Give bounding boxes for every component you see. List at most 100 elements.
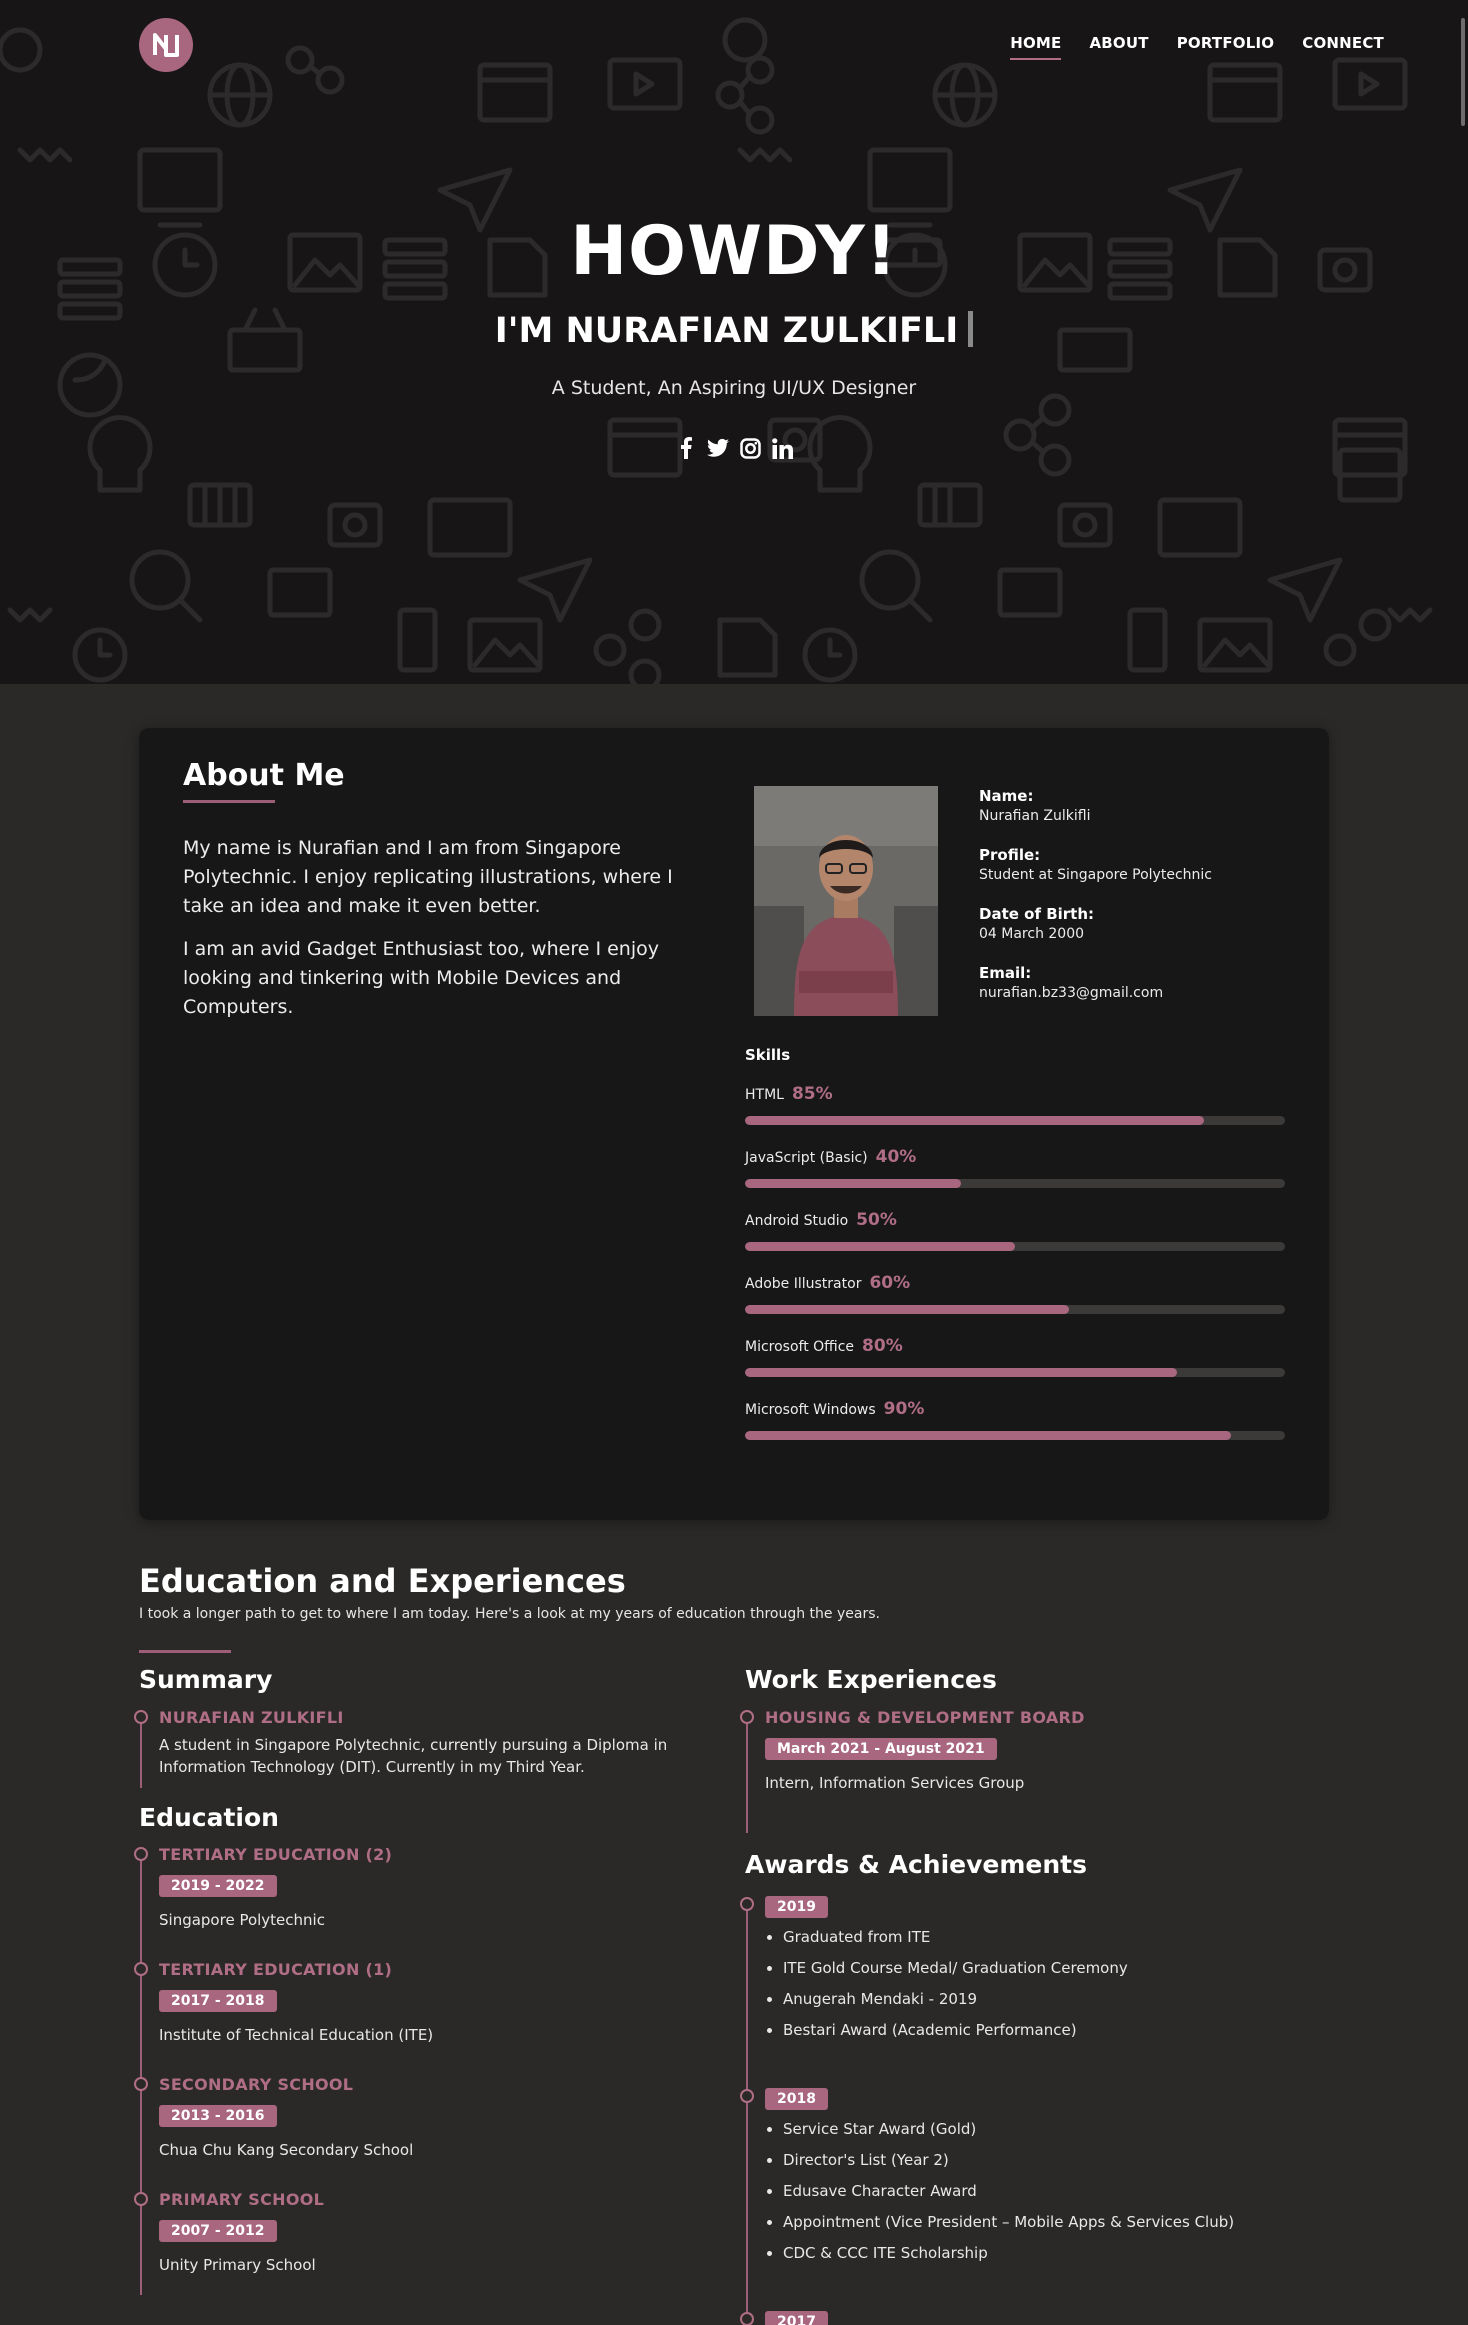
education-entry-title: PRIMARY SCHOOL [159,2190,325,2209]
main-nav: HOME ABOUT PORTFOLIO CONNECT [1010,34,1384,60]
about-paragraph: I am an avid Gadget Enthusiast too, wher… [183,938,659,1018]
summary-text: A student in Singapore Polytechnic, curr… [159,1736,668,1776]
timeline-dot [740,2312,754,2325]
timeline-dot [740,1710,754,1724]
typing-cursor [968,311,974,347]
education-subtitle: I took a longer path to get to where I a… [139,1606,880,1622]
work-heading: Work Experiences [745,1665,997,1694]
education-entry-school: Institute of Technical Education (ITE) [159,2026,434,2044]
about-title-underline [183,800,275,803]
skill-progress-track [745,1431,1285,1440]
hero-subtitle: A Student, An Aspiring UI/UX Designer [551,377,917,399]
skill-item: Android Studio 50% [745,1210,1285,1251]
award-item: Appointment (Vice President – Mobile App… [783,2207,1285,2238]
facebook-icon[interactable] [675,436,697,460]
award-item: Bestari Award (Academic Performance) [783,2015,1285,2046]
year-badge: 2017 [765,2311,828,2325]
skill-percent: 50% [856,1210,897,1230]
nav-connect[interactable]: CONNECT [1302,34,1384,60]
info-label-name: Name: [979,787,1034,805]
linkedin-icon[interactable] [771,436,793,460]
skill-percent: 60% [869,1273,911,1293]
timeline-line [140,1718,142,1788]
skill-progress-fill [745,1368,1177,1377]
timeline-line [746,1718,748,1833]
info-label-profile: Profile: [979,846,1041,864]
timeline-dot [134,2077,148,2091]
work-period-badge: March 2021 - August 2021 [765,1738,997,1760]
about-paragraph: My name is Nurafian and I am from Singap… [183,837,673,917]
skill-progress-track [745,1116,1285,1125]
work-company: HOUSING & DEVELOPMENT BOARD [765,1708,1085,1727]
summary-heading: Summary [139,1665,273,1694]
timeline-dot [740,1897,754,1911]
education-entry-school: Chua Chu Kang Secondary School [159,2141,414,2159]
education-title-underline [139,1650,231,1653]
year-badge: 2019 - 2022 [159,1875,277,1897]
info-value-email[interactable]: nurafian.bz33@gmail.com [979,985,1299,1001]
skill-name: Microsoft Office [745,1339,855,1355]
info-label-email: Email: [979,964,1032,982]
education-entry-school: Unity Primary School [159,2256,316,2274]
timeline-line [140,1855,142,2295]
skill-progress-fill [745,1179,961,1188]
hero-name: I'M NURAFIAN ZULKIFLI [0,311,1468,351]
about-description: My name is Nurafian and I am from Singap… [183,834,711,1022]
skill-name: HTML [745,1087,784,1103]
award-item: ITE Gold Course Medal/ Graduation Ceremo… [783,1953,1285,1984]
year-badge: 2019 [765,1896,828,1918]
skill-name: Adobe Illustrator [745,1276,862,1292]
nav-home[interactable]: HOME [1010,34,1062,60]
instagram-icon[interactable] [739,436,761,460]
skill-progress-fill [745,1305,1069,1314]
award-item: Edusave Character Award [783,2176,1285,2207]
skill-percent: 80% [862,1336,903,1356]
profile-photo [754,786,938,1016]
award-item: Service Star Award (Gold) [783,2114,1285,2145]
year-badge: 2018 [765,2088,828,2110]
personal-info: Name: Nurafian Zulkifli Profile: Student… [979,787,1299,1023]
skill-percent: 85% [791,1084,833,1104]
award-item: Graduated from ITE [783,1922,1285,1953]
education-heading: Education [139,1803,279,1832]
education-title: Education and Experiences [139,1562,626,1600]
nav-about[interactable]: ABOUT [1089,34,1148,60]
logo-mark-icon [153,33,179,57]
skill-item: JavaScript (Basic) 40% [745,1147,1285,1188]
education-entry-school: Singapore Polytechnic [159,1911,325,1929]
skill-item: Adobe Illustrator 60% [745,1273,1285,1314]
nav-portfolio[interactable]: PORTFOLIO [1177,34,1275,60]
award-item: Anugerah Mendaki - 2019 [783,1984,1285,2015]
timeline-dot [134,2192,148,2206]
year-badge: 2007 - 2012 [159,2220,277,2242]
social-links [0,436,1468,460]
education-entry-title: SECONDARY SCHOOL [159,2075,354,2094]
skill-progress-track [745,1242,1285,1251]
twitter-icon[interactable] [707,436,729,460]
info-value-profile: Student at Singapore Polytechnic [979,867,1212,883]
skill-progress-track [745,1179,1285,1188]
education-entry-title: TERTIARY EDUCATION (2) [159,1845,393,1864]
about-title: About Me [183,758,345,793]
award-item: Director's List (Year 2) [783,2145,1285,2176]
page-scrollbar[interactable] [1461,18,1465,126]
skill-percent: 40% [875,1147,917,1167]
info-value-dob: 04 March 2000 [979,926,1085,942]
site-logo[interactable] [139,18,193,72]
education-entry-title: TERTIARY EDUCATION (1) [159,1960,393,1979]
skill-progress-fill [745,1242,1015,1251]
skill-item: Microsoft Office 80% [745,1336,1285,1377]
hero-section: HOME ABOUT PORTFOLIO CONNECT HOWDY! I'M … [0,0,1468,684]
awards-list: Service Star Award (Gold) Director's Lis… [765,2114,1285,2269]
skill-item: HTML 85% [745,1084,1285,1125]
work-role: Intern, Information Services Group [765,1774,1025,1792]
info-label-dob: Date of Birth: [979,905,1095,923]
skill-name: JavaScript (Basic) [745,1150,868,1166]
about-card: About Me My name is Nurafian and I am fr… [139,728,1329,1520]
info-value-name: Nurafian Zulkifli [979,808,1091,824]
timeline-dot [134,1962,148,1976]
skill-progress-fill [745,1116,1204,1125]
skill-name: Android Studio [745,1213,849,1229]
skill-progress-fill [745,1431,1231,1440]
hero-name-text: I'M NURAFIAN ZULKIFLI [494,311,959,351]
